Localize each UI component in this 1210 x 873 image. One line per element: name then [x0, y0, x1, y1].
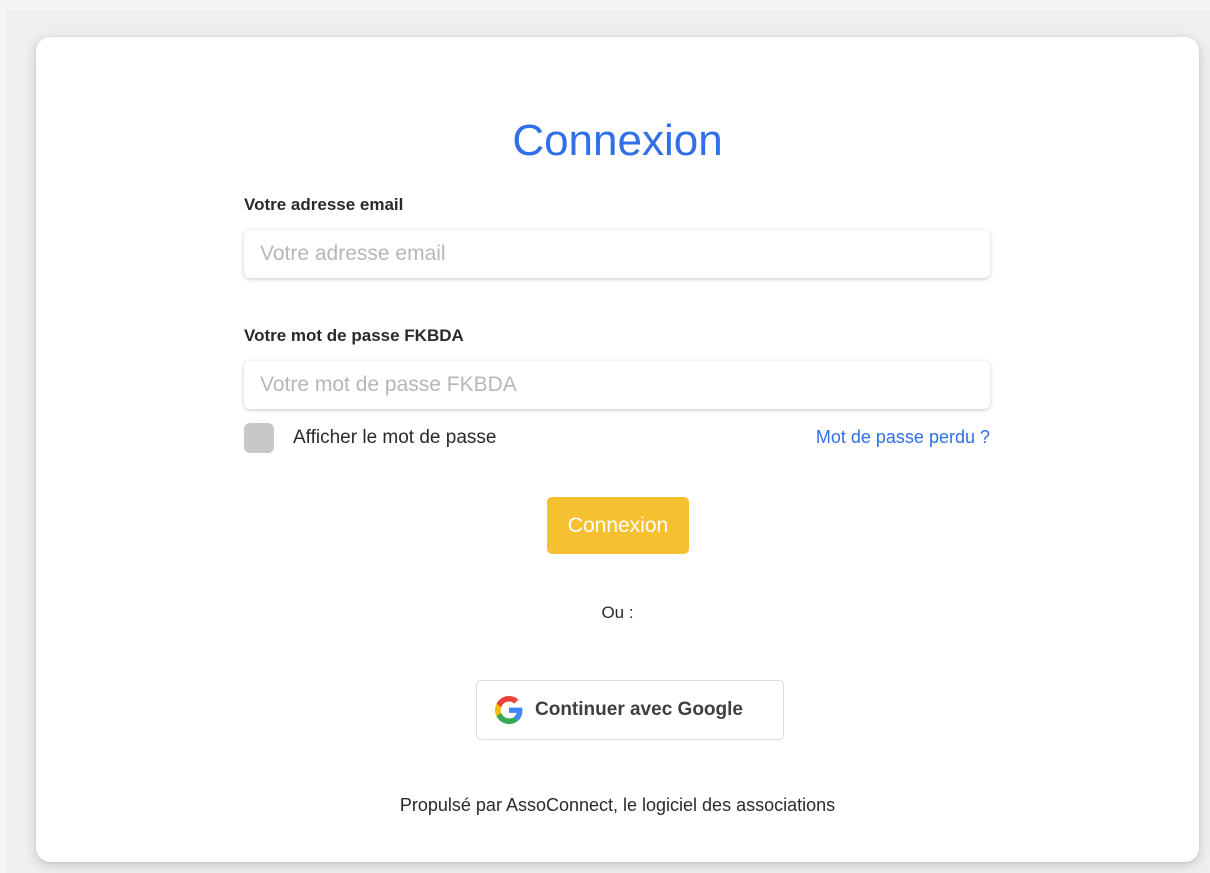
email-field[interactable]: [244, 230, 990, 278]
password-field[interactable]: [244, 361, 990, 409]
show-password-label: Afficher le mot de passe: [293, 427, 497, 448]
page-background: Connexion Votre adresse email Votre mot …: [6, 10, 1210, 873]
lost-password-link[interactable]: Mot de passe perdu ?: [816, 427, 990, 448]
google-login-button[interactable]: Continuer avec Google: [476, 680, 784, 740]
email-label: Votre adresse email: [244, 195, 404, 214]
google-icon: [495, 696, 523, 724]
page-title: Connexion: [512, 116, 723, 165]
show-password-checkbox[interactable]: [244, 423, 274, 453]
login-card: Connexion Votre adresse email Votre mot …: [36, 37, 1199, 862]
or-separator: Ou :: [601, 603, 634, 622]
password-label: Votre mot de passe FKBDA: [244, 326, 464, 345]
login-button[interactable]: Connexion: [547, 497, 689, 554]
google-button-label: Continuer avec Google: [535, 699, 743, 720]
footer-text: Propulsé par AssoConnect, le logiciel de…: [399, 795, 836, 815]
